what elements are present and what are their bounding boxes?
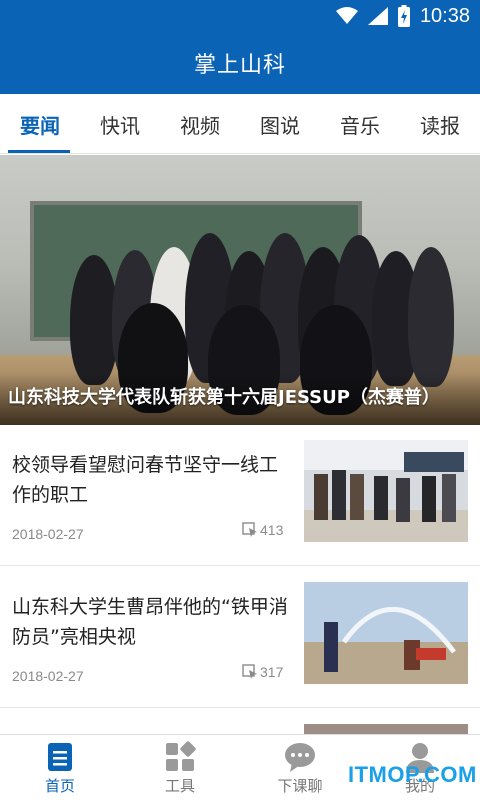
nav-label: 工具	[164, 777, 195, 795]
nav-label: 下课聊	[277, 777, 323, 795]
tab-label: 视频	[180, 113, 220, 138]
battery-charging-icon	[397, 5, 410, 27]
tools-grid-icon	[166, 741, 196, 771]
news-item[interactable]: 山东科大学生曹昂伴他的“铁甲消防员”亮相央视 2018-02-27 317	[0, 568, 480, 708]
tab-yaowen[interactable]: 要闻	[0, 94, 80, 154]
tab-label: 图说	[260, 113, 300, 138]
headline-banner[interactable]: 山东科技大学代表队斩获第十六届JESSUP（杰赛普）	[0, 155, 480, 425]
app-bar: 掌上山科	[0, 32, 480, 94]
nav-chat[interactable]: 下课聊	[240, 735, 360, 800]
pointer-click-icon	[242, 664, 257, 679]
chat-bubble-icon	[285, 743, 315, 772]
watermark: ITMOP.COM	[348, 762, 477, 787]
home-doc-icon	[48, 743, 72, 771]
news-thumbnail	[304, 724, 468, 734]
tab-label: 要闻	[20, 113, 60, 138]
news-item[interactable]: 校领导看望慰问春节坚守一线工作的职工 2018-02-27 413	[0, 426, 480, 566]
tab-label: 读报	[420, 113, 460, 138]
nav-home[interactable]: 首页	[0, 735, 120, 800]
tab-tushuo[interactable]: 图说	[240, 94, 320, 154]
status-bar: 10:38	[0, 0, 480, 32]
news-thumbnail	[304, 582, 468, 684]
app-title: 掌上山科	[193, 53, 286, 78]
banner-caption: 山东科技大学代表队斩获第十六届JESSUP（杰赛普）	[8, 387, 440, 408]
tab-shipin[interactable]: 视频	[160, 94, 240, 154]
tab-label: 快讯	[100, 113, 140, 138]
view-count: 413	[242, 522, 283, 538]
news-date: 2018-02-27	[12, 526, 84, 542]
news-title: 山东科大学生曹昂伴他的“铁甲消防员”亮相央视	[12, 596, 288, 648]
news-title: 校领导看望慰问春节坚守一线工作的职工	[12, 454, 279, 506]
tab-yinyue[interactable]: 音乐	[320, 94, 400, 154]
news-thumbnail	[304, 440, 468, 542]
news-item-partial[interactable]	[0, 710, 480, 734]
tab-kuaixun[interactable]: 快讯	[80, 94, 160, 154]
tab-label: 音乐	[340, 113, 380, 138]
app-screen: 10:38 掌上山科 要闻 快讯 视频 图说 音乐 读报 山东科技大学代表队斩获…	[0, 0, 480, 800]
view-count: 317	[242, 664, 283, 680]
nav-tools[interactable]: 工具	[120, 735, 240, 800]
tab-dubao[interactable]: 读报	[400, 94, 480, 154]
nav-label: 首页	[44, 777, 75, 795]
news-date: 2018-02-27	[12, 668, 84, 684]
signal-icon	[367, 7, 388, 25]
category-tabs: 要闻 快讯 视频 图说 音乐 读报	[0, 94, 480, 154]
pointer-click-icon	[242, 522, 257, 537]
view-count-value: 317	[260, 664, 284, 680]
clock: 10:38	[419, 4, 470, 27]
wifi-icon	[335, 7, 358, 24]
view-count-value: 413	[260, 522, 284, 538]
active-tab-indicator	[8, 150, 70, 153]
